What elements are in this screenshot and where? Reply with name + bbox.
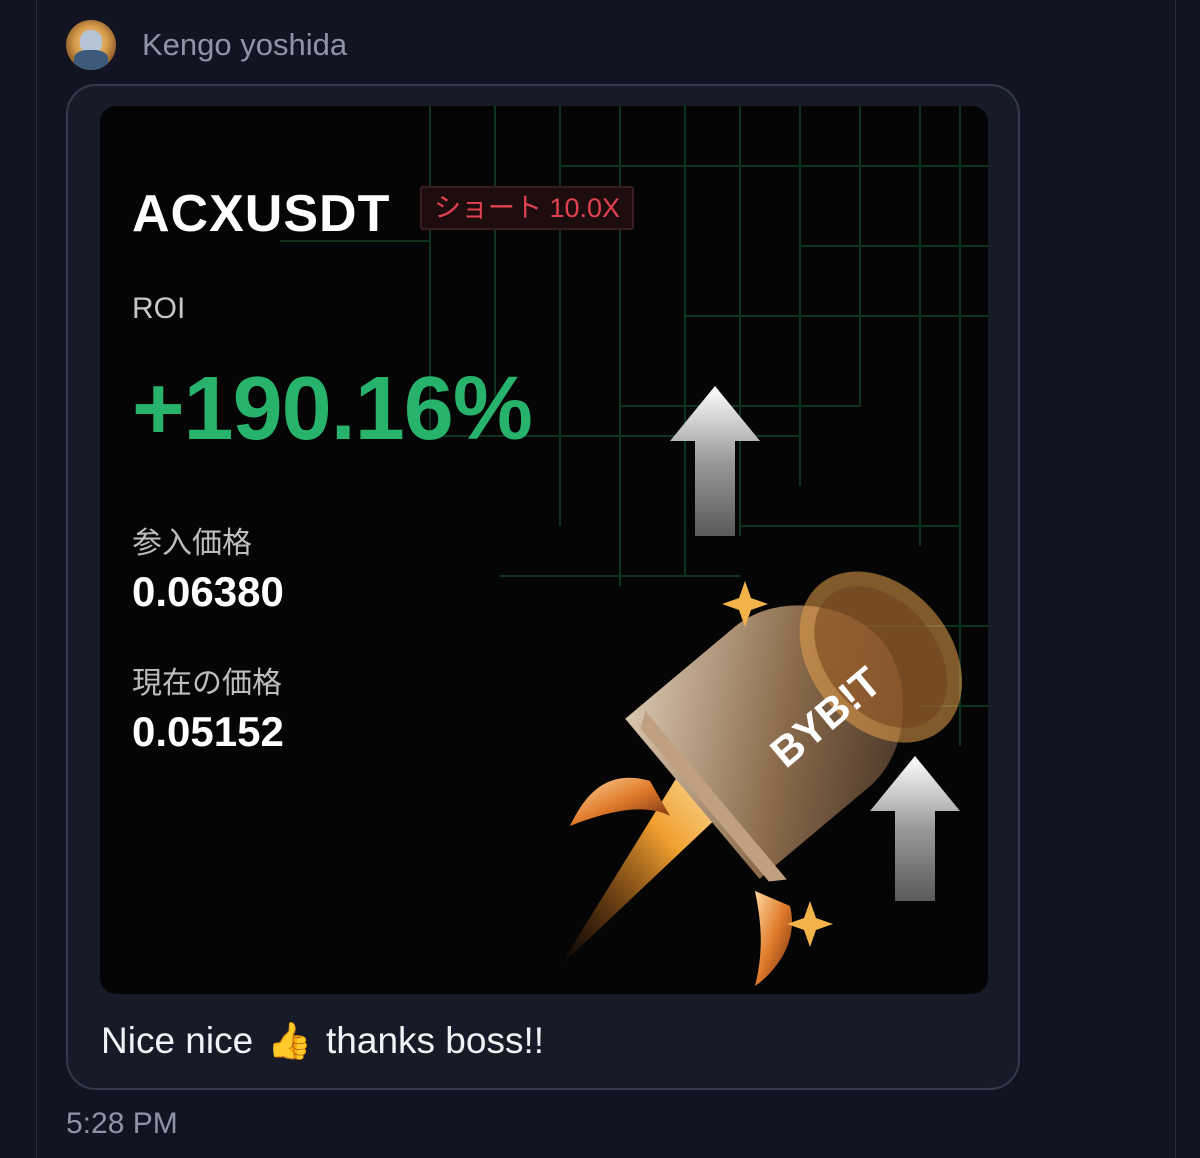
arrow-up-icon bbox=[670, 386, 760, 536]
user-avatar-icon[interactable] bbox=[66, 20, 116, 70]
message-text-before: Nice nice bbox=[101, 1020, 254, 1061]
roi-label: ROI bbox=[132, 292, 186, 325]
arrow-up-icon bbox=[870, 756, 960, 901]
current-price-label: 現在の価格 bbox=[132, 667, 282, 700]
message-timestamp: 5:28 PM bbox=[66, 1107, 178, 1140]
message-author[interactable]: Kengo yoshida bbox=[66, 20, 347, 70]
message-text: Nice nice 👍 thanks boss!! bbox=[101, 1020, 544, 1062]
trade-share-image[interactable]: ACXUSDT ショート 10.0X ROI +190.16% 参入価格 0.0… bbox=[100, 106, 988, 994]
thread-rail-right bbox=[1175, 0, 1176, 1158]
message-text-after: thanks boss!! bbox=[326, 1020, 545, 1061]
rocket-illustration: BYB!T bbox=[560, 386, 963, 986]
roi-value: +190.16% bbox=[132, 359, 533, 459]
author-name[interactable]: Kengo yoshida bbox=[142, 27, 347, 63]
trading-pair: ACXUSDT bbox=[132, 185, 391, 243]
position-side-badge: ショート 10.0X bbox=[420, 186, 635, 230]
entry-price-label: 参入価格 bbox=[132, 527, 252, 560]
entry-price-value: 0.06380 bbox=[132, 568, 284, 615]
thread-rail-left bbox=[36, 0, 37, 1158]
current-price-value: 0.05152 bbox=[132, 708, 284, 755]
thumbs-up-icon: 👍 bbox=[267, 1020, 313, 1061]
